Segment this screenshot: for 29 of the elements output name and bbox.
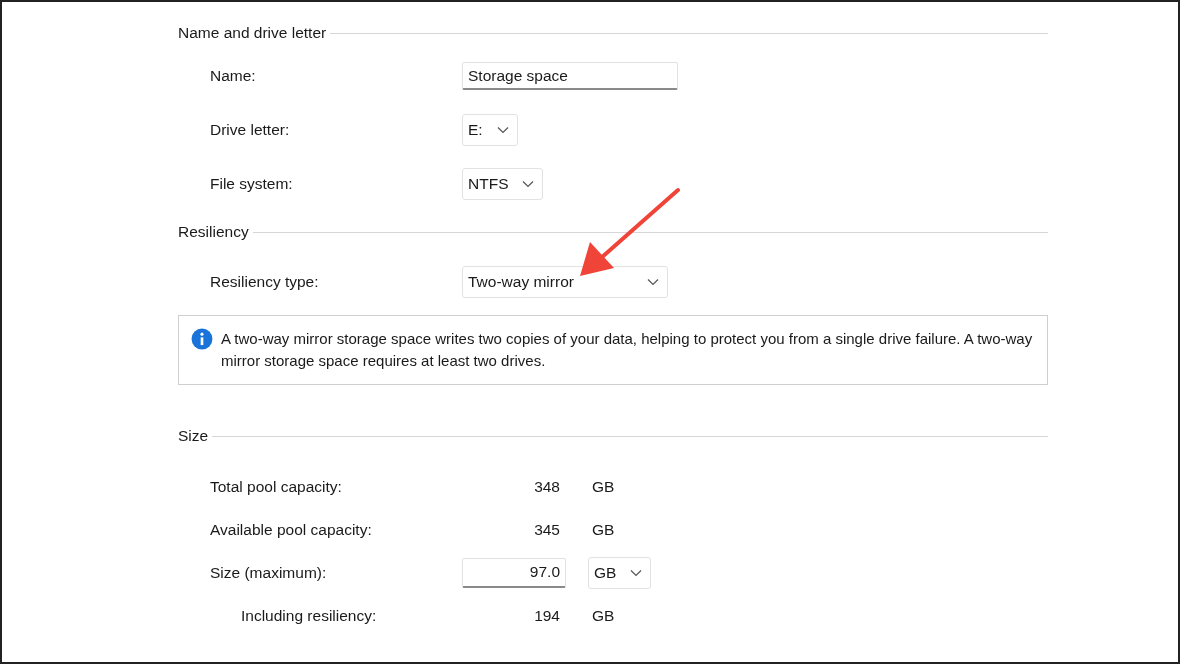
unit-label: GB xyxy=(592,478,615,496)
field-label: Resiliency type: xyxy=(210,273,320,291)
capacity-value: 348 xyxy=(533,478,560,496)
dropdown[interactable]: E: xyxy=(462,114,518,146)
name-field[interactable]: Storage space xyxy=(462,62,678,90)
size-field[interactable]: 97.0 xyxy=(462,558,566,588)
section-heading: Name and drive letter xyxy=(178,24,328,42)
capacity-value: 194 xyxy=(533,607,560,625)
section-heading: Size xyxy=(178,427,210,445)
unit-dropdown[interactable]: GB xyxy=(588,557,652,589)
field-label: File system: xyxy=(210,175,294,193)
chevron-icon xyxy=(496,126,509,134)
dropdown[interactable]: NTFS xyxy=(462,168,544,200)
chevron-icon xyxy=(522,180,535,188)
info-text: A two-way mirror storage space writes two copies of your data, helping to protect you from a single drive failure. A two-way mirror storage space requires at least two drives. xyxy=(221,329,1034,371)
unit-label: GB xyxy=(592,521,615,539)
field-label: Name: xyxy=(210,67,257,85)
chevron-icon xyxy=(647,278,659,286)
field-label: Available pool capacity: xyxy=(210,521,373,539)
chevron-icon xyxy=(630,569,643,577)
capacity-value: 345 xyxy=(533,521,560,539)
unit-label: GB xyxy=(592,607,615,625)
field-label: Total pool capacity: xyxy=(210,478,343,496)
section-heading: Resiliency xyxy=(178,223,250,241)
field-label: Size (maximum): xyxy=(210,564,328,582)
info-icon xyxy=(191,328,213,350)
field-label: Drive letter: xyxy=(210,121,291,139)
field-label: Including resiliency: xyxy=(240,607,378,625)
dropdown[interactable]: Two-way mirror xyxy=(462,266,668,298)
